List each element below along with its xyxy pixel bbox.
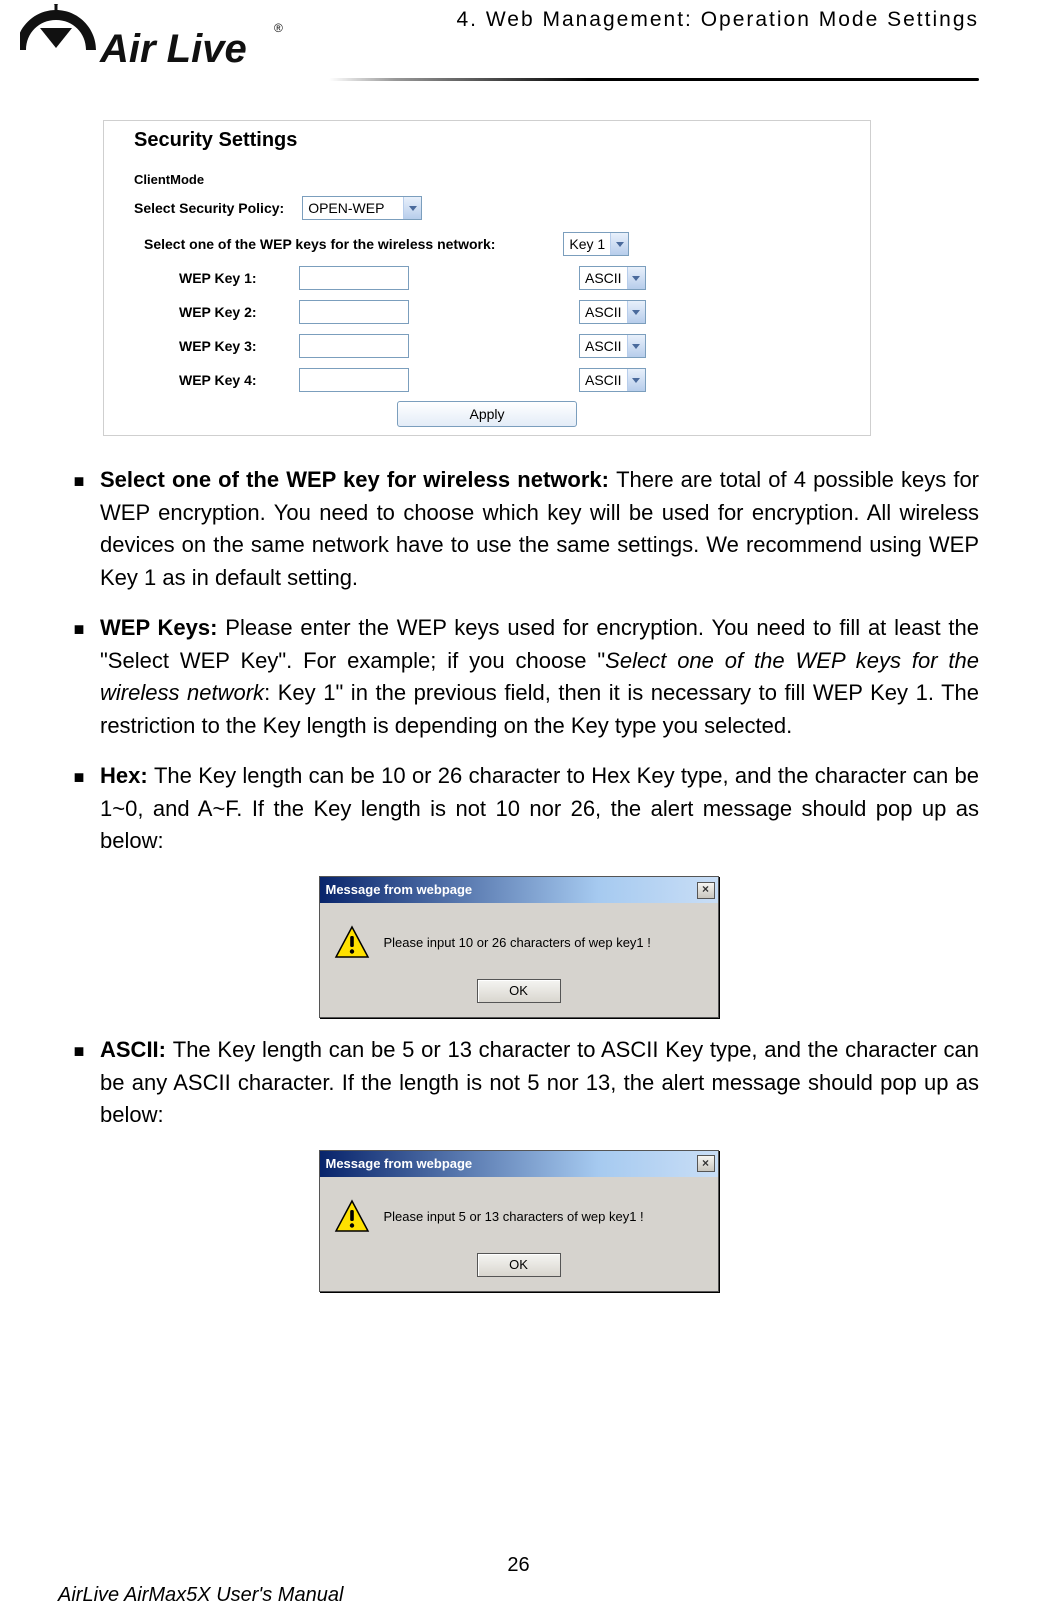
page-number: 26 — [0, 1554, 1037, 1577]
chevron-down-icon — [627, 369, 645, 391]
bullet-square-icon: ■ — [58, 612, 100, 742]
bullet-4-text: The Key length can be 5 or 13 character … — [100, 1037, 979, 1127]
wep-key-1-type-select[interactable]: ASCII — [579, 266, 646, 290]
warning-icon — [334, 1199, 370, 1235]
wep-key-select-value: Key 1 — [569, 236, 610, 252]
wep-key-3-label: WEP Key 3: — [179, 338, 299, 354]
bullet-select-wep-key: ■ Select one of the WEP key for wireless… — [58, 464, 979, 594]
bullet-ascii: ■ ASCII: The Key length can be 5 or 13 c… — [58, 1034, 979, 1132]
hex-alert-dialog: Message from webpage × Please input 10 o… — [319, 876, 719, 1018]
wep-key-select[interactable]: Key 1 — [563, 232, 629, 256]
chevron-down-icon — [610, 233, 628, 255]
chevron-down-icon — [627, 335, 645, 357]
chevron-down-icon — [403, 197, 421, 219]
bullet-square-icon: ■ — [58, 1034, 100, 1132]
header-section-label: 4. Web Management: Operation Mode Settin… — [456, 8, 979, 32]
bullet-wep-keys: ■ WEP Keys: Please enter the WEP keys us… — [58, 612, 979, 742]
select-wep-key-label: Select one of the WEP keys for the wirel… — [144, 236, 503, 252]
security-policy-value: OPEN-WEP — [308, 200, 403, 216]
wep-key-1-type-value: ASCII — [585, 270, 627, 286]
wep-key-4-type-select[interactable]: ASCII — [579, 368, 646, 392]
wep-key-4-label: WEP Key 4: — [179, 372, 299, 388]
wep-key-2-type-value: ASCII — [585, 304, 627, 320]
wep-key-4-type-value: ASCII — [585, 372, 627, 388]
wep-key-4-input[interactable] — [299, 368, 409, 392]
dialog-message: Please input 10 or 26 characters of wep … — [384, 933, 651, 952]
chevron-down-icon — [627, 267, 645, 289]
bullet-3-text: The Key length can be 10 or 26 character… — [100, 763, 979, 853]
wep-key-3-type-select[interactable]: ASCII — [579, 334, 646, 358]
bullet-square-icon: ■ — [58, 760, 100, 858]
ok-button[interactable]: OK — [477, 1253, 561, 1277]
airlive-logo: Air Live ® — [20, 4, 290, 94]
client-mode-label: ClientMode — [104, 172, 870, 187]
wep-key-1-input[interactable] — [299, 266, 409, 290]
security-settings-panel: Security Settings ClientMode Select Secu… — [103, 120, 871, 436]
ascii-alert-dialog: Message from webpage × Please input 5 or… — [319, 1150, 719, 1292]
footer-manual-title: AirLive AirMax5X User's Manual — [0, 1584, 1037, 1607]
bullet-4-bold: ASCII: — [100, 1037, 173, 1062]
wep-key-2-input[interactable] — [299, 300, 409, 324]
security-policy-label: Select Security Policy: — [134, 200, 292, 216]
header-divider — [329, 78, 979, 81]
ok-button[interactable]: OK — [477, 979, 561, 1003]
bullet-1-bold: Select one of the WEP key for wireless n… — [100, 467, 616, 492]
svg-text:Air Live: Air Live — [99, 27, 247, 71]
bullet-3-bold: Hex: — [100, 763, 154, 788]
bullet-hex: ■ Hex: The Key length can be 10 or 26 ch… — [58, 760, 979, 858]
dialog-title: Message from webpage — [326, 1154, 473, 1173]
wep-key-2-type-select[interactable]: ASCII — [579, 300, 646, 324]
wep-key-3-type-value: ASCII — [585, 338, 627, 354]
bullet-2-bold: WEP Keys: — [100, 615, 225, 640]
bullet-square-icon: ■ — [58, 464, 100, 594]
security-policy-select[interactable]: OPEN-WEP — [302, 196, 422, 220]
close-button[interactable]: × — [697, 882, 715, 899]
dialog-message: Please input 5 or 13 characters of wep k… — [384, 1207, 644, 1226]
wep-key-3-input[interactable] — [299, 334, 409, 358]
apply-button[interactable]: Apply — [397, 401, 577, 427]
dialog-title: Message from webpage — [326, 880, 473, 899]
wep-key-1-label: WEP Key 1: — [179, 270, 299, 286]
close-button[interactable]: × — [697, 1155, 715, 1172]
wep-key-2-label: WEP Key 2: — [179, 304, 299, 320]
svg-text:®: ® — [274, 21, 283, 35]
security-settings-title: Security Settings — [104, 125, 870, 172]
chevron-down-icon — [627, 301, 645, 323]
warning-icon — [334, 925, 370, 961]
